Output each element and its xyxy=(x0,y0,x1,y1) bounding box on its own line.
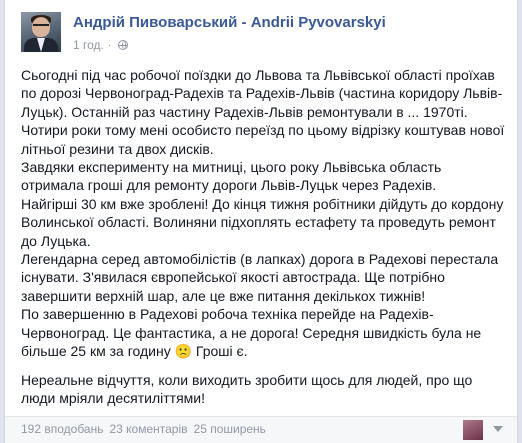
chevron-down-icon[interactable] xyxy=(493,426,503,432)
post-meta: 1 год. · xyxy=(73,38,129,52)
post-card: Андрій Пивоварський - Andrii Pyvovarskyi… xyxy=(4,0,518,443)
post-paragraph: По завершенню в Радехові робоча техніка … xyxy=(21,306,482,360)
post-paragraph: Легендарна серед автомобілістів (в лапка… xyxy=(21,251,499,304)
comments-count-link[interactable]: 23 коментарів xyxy=(109,422,187,436)
post-paragraph: Найгірші 30 км вже зроблені! До кінця ти… xyxy=(21,195,504,249)
shares-count-link[interactable]: 25 поширень xyxy=(194,422,266,436)
meta-separator: · xyxy=(107,39,112,51)
post-footer: 192 вподобань 23 коментарів 25 поширень xyxy=(5,416,517,443)
post-timestamp-link[interactable]: 1 год. xyxy=(73,38,104,52)
post-stats: 192 вподобань 23 коментарів 25 поширень xyxy=(21,422,266,436)
post-paragraph: Завдяки експерименту на митниці, цього р… xyxy=(21,159,442,194)
post-paragraph: Нереальне відчуття, коли виходить зробит… xyxy=(21,371,473,406)
viewer-avatar[interactable] xyxy=(463,420,483,440)
author-name-link[interactable]: Андрій Пивоварський - Andrii Pyvovarskyi xyxy=(73,14,386,31)
post-paragraph: Сьогодні під час робочої поїздки до Льво… xyxy=(21,67,505,157)
post-header: Андрій Пивоварський - Andrii Pyvovarskyi… xyxy=(21,12,507,58)
post-body: Сьогодні під час робочої поїздки до Льво… xyxy=(21,66,508,407)
likes-count-link[interactable]: 192 вподобань xyxy=(21,422,103,436)
globe-icon[interactable] xyxy=(118,40,129,50)
author-avatar[interactable] xyxy=(21,12,61,52)
